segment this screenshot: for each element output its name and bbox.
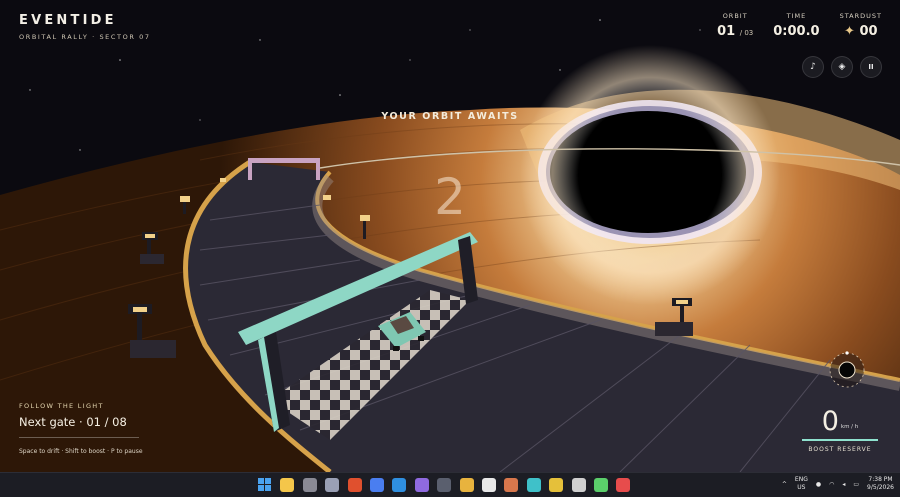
boost-reserve-label: BOOST RESERVE [808,446,872,453]
objective-panel: FOLLOW THE LIGHT Next gate · 01 / 08 Spa… [19,402,143,455]
objective-divider [19,437,139,438]
orbit-label: ORBIT [722,12,748,20]
windows-start-icon[interactable] [258,478,272,492]
edit-app-icon[interactable] [526,478,541,492]
window-app-icon[interactable] [437,478,452,492]
minimap-orbit-icon [829,351,865,388]
minimap [827,350,867,394]
orbit-total: / 03 [739,29,754,37]
system-tray: ^ ENG US ● ◠ ◂ ▭ 7:38 PM 9/5/2026 [782,476,894,492]
controls-hint: Space to drift · Shift to boost · P to p… [19,448,143,455]
brave-browser-icon[interactable] [347,478,362,492]
time-stat: TIME 0:00.0 [773,12,819,39]
brand-block: EVENTIDE ORBITAL RALLY · SECTOR 07 [19,13,151,41]
next-gate-text: Next gate · 01 / 08 [19,415,127,429]
clock[interactable]: 7:38 PM 9/5/2026 [867,476,894,492]
claude-icon[interactable] [504,478,519,492]
box-3d-icon[interactable] [325,478,340,492]
puzzle-app-icon[interactable] [594,478,608,492]
battery-icon[interactable]: ▭ [853,481,859,488]
speed-panel: 0 km / h BOOST RESERVE [802,406,878,453]
game-title: EVENTIDE [19,13,117,28]
speaker-icon[interactable]: ◂ [842,481,845,488]
wifi-icon[interactable]: ◠ [829,481,834,488]
speed-unit: km / h [840,424,859,430]
game-subtitle: ORBITAL RALLY · SECTOR 07 [19,33,151,41]
diamond-icon: ◈ [838,62,846,72]
objective-kicker: FOLLOW THE LIGHT [19,402,104,410]
time-value: 0:00.0 [773,24,820,39]
music-button[interactable]: ♪ [802,56,824,78]
maps-pin-icon[interactable] [370,478,384,492]
speed-value: 0 [821,406,839,437]
stardust-icon: ✦ [844,24,855,39]
countdown-number: 2 [434,168,466,226]
pause-button[interactable]: II [860,56,882,78]
pdf-app-icon[interactable] [616,478,631,492]
time-label: TIME [786,12,807,20]
boost-reserve-bar [802,439,878,441]
file-explorer-icon[interactable] [280,478,295,492]
language-indicator[interactable]: ENG US [795,476,808,492]
chrome-icon[interactable] [549,478,564,492]
stardust-stat: STARDUST ✦ 00 [840,12,882,39]
microphone-icon[interactable]: ● [816,481,821,488]
stardust-label: STARDUST [839,12,882,20]
photos-icon[interactable] [459,478,474,492]
camera-button[interactable]: ◈ [831,56,853,78]
orbit-value: 01 [717,24,736,39]
stardust-value: 00 [859,24,878,39]
stats-panel: ORBIT 01 / 03 TIME 0:00.0 STARDUST ✦ 00 [717,12,882,39]
notion-icon[interactable] [482,478,496,492]
control-buttons: ♪ ◈ II [802,56,882,78]
orbit-prompt: YOUR ORBIT AWAITS [381,111,519,122]
chatgpt-icon[interactable] [571,478,586,492]
orbit-stat: ORBIT 01 / 03 [717,12,753,39]
windows-taskbar: ^ ENG US ● ◠ ◂ ▭ 7:38 PM 9/5/2026 [0,472,900,497]
github-icon[interactable] [302,478,317,492]
music-note-icon: ♪ [810,62,816,72]
vscode-icon[interactable] [392,478,407,492]
chevron-up-icon[interactable]: ^ [782,481,787,488]
pause-icon: II [868,63,874,71]
obsidian-icon[interactable] [414,478,429,492]
